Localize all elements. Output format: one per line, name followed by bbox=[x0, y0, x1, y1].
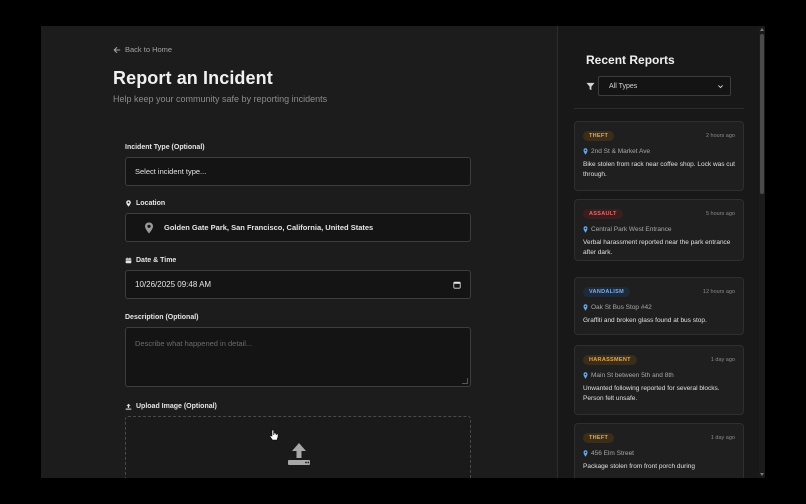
report-description: Unwanted following reported for several … bbox=[583, 385, 720, 402]
page-title: Report an Incident bbox=[113, 68, 273, 88]
incident-type-label-text: Incident Type (Optional) bbox=[125, 144, 205, 151]
report-description: Graffiti and broken glass found at bus s… bbox=[583, 317, 707, 324]
report-description: Package stolen from front porch during bbox=[583, 463, 696, 470]
report-description: Verbal harassment reported near the park… bbox=[583, 239, 731, 256]
report-type-filter[interactable]: All Types bbox=[598, 76, 731, 96]
report-type-badge: THEFT bbox=[583, 131, 615, 141]
description-textarea[interactable]: Describe what happened in detail... bbox=[125, 327, 471, 387]
image-upload-dropzone[interactable] bbox=[125, 416, 471, 478]
report-card[interactable]: ASSAULT 5 hours ago Central Park West Entr… bbox=[574, 199, 744, 261]
scroll-down-arrow[interactable] bbox=[760, 473, 764, 476]
map-pin-icon bbox=[126, 200, 131, 207]
arrow-left-icon bbox=[113, 46, 121, 53]
upload-cloud-icon bbox=[288, 443, 310, 465]
report-location-text: 2nd St & Market Ave bbox=[591, 148, 651, 155]
back-to-home-link[interactable]: Back to Home bbox=[113, 45, 172, 54]
report-time: 2 hours ago bbox=[705, 133, 735, 139]
description-label: Description (Optional) bbox=[125, 314, 199, 321]
report-time: 1 day ago bbox=[710, 357, 735, 363]
upload-icon bbox=[125, 403, 132, 410]
report-location: Main St between 5th and 8th bbox=[583, 372, 735, 379]
map-pin-icon bbox=[583, 450, 588, 457]
description-label-text: Description (Optional) bbox=[125, 314, 199, 321]
report-card-header: THEFT 1 day ago bbox=[583, 432, 735, 444]
map-pin-icon bbox=[583, 372, 588, 379]
report-location-text: Main St between 5th and 8th bbox=[591, 372, 674, 379]
report-location-text: Central Park West Entrance bbox=[591, 226, 672, 233]
sidebar-scrollbar[interactable] bbox=[759, 26, 765, 478]
filter-icon bbox=[586, 82, 595, 91]
filter-selected-value: All Types bbox=[609, 82, 638, 90]
report-time: 5 hours ago bbox=[705, 211, 735, 217]
location-label: Location bbox=[125, 200, 165, 207]
report-time: 12 hours ago bbox=[702, 289, 735, 295]
report-form-panel: Back to Home Report an Incident Help kee… bbox=[41, 26, 557, 478]
map-pin-icon bbox=[583, 226, 588, 233]
report-card-header: VANDALISM 12 hours ago bbox=[583, 286, 735, 298]
page-subtitle: Help keep your community safe by reporti… bbox=[113, 94, 328, 104]
report-type-badge: VANDALISM bbox=[583, 287, 630, 297]
back-label: Back to Home bbox=[125, 45, 173, 54]
report-location: Central Park West Entrance bbox=[583, 226, 735, 233]
report-card-header: HARASSMENT 1 day ago bbox=[583, 354, 735, 366]
scrollbar-thumb[interactable] bbox=[760, 34, 764, 194]
datetime-input[interactable]: 10/26/2025 09:48 AM bbox=[125, 270, 471, 299]
report-location-text: Oak St Bus Stop #42 bbox=[591, 304, 652, 311]
report-type-badge: THEFT bbox=[583, 433, 615, 443]
report-location: 2nd St & Market Ave bbox=[583, 148, 735, 155]
report-card[interactable]: HARASSMENT 1 day ago Main St between 5th a… bbox=[574, 345, 744, 415]
calendar-icon bbox=[125, 257, 132, 264]
resize-handle[interactable] bbox=[462, 378, 468, 384]
location-label-text: Location bbox=[136, 200, 166, 207]
calendar-picker-icon[interactable] bbox=[453, 281, 461, 289]
location-value: Golden Gate Park, San Francisco, Califor… bbox=[164, 223, 374, 232]
report-location: 456 Elm Street bbox=[583, 450, 735, 457]
app-window: Back to Home Report an Incident Help kee… bbox=[41, 26, 765, 478]
map-pin-icon bbox=[583, 148, 588, 155]
report-card-header: THEFT 2 hours ago bbox=[583, 130, 735, 142]
map-pin-icon bbox=[145, 222, 153, 233]
report-type-badge: ASSAULT bbox=[583, 209, 623, 219]
upload-label: Upload Image (Optional) bbox=[125, 403, 217, 410]
report-location-text: 456 Elm Street bbox=[591, 450, 634, 457]
datetime-label: Date & Time bbox=[125, 257, 176, 264]
scroll-up-arrow[interactable] bbox=[760, 28, 764, 31]
report-description: Bike stolen from rack near coffee shop. … bbox=[583, 161, 735, 178]
incident-type-label: Incident Type (Optional) bbox=[125, 144, 205, 151]
report-card-header: ASSAULT 5 hours ago bbox=[583, 208, 735, 220]
datetime-value: 10/26/2025 09:48 AM bbox=[135, 280, 212, 289]
divider bbox=[574, 108, 744, 109]
map-pin-icon bbox=[583, 304, 588, 311]
datetime-label-text: Date & Time bbox=[136, 257, 177, 264]
recent-reports-sidebar: Recent Reports All Types THEFT 2 hours ag… bbox=[557, 26, 765, 478]
description-placeholder: Describe what happened in detail... bbox=[135, 339, 253, 348]
incident-type-placeholder: Select incident type... bbox=[135, 167, 207, 176]
report-card[interactable]: THEFT 2 hours ago 2nd St & Market Ave Bike … bbox=[574, 121, 744, 191]
report-location: Oak St Bus Stop #42 bbox=[583, 304, 735, 311]
report-card[interactable]: VANDALISM 12 hours ago Oak St Bus Stop #42… bbox=[574, 277, 744, 335]
report-type-badge: HARASSMENT bbox=[583, 355, 637, 365]
chevron-down-icon bbox=[718, 84, 723, 88]
report-time: 1 day ago bbox=[710, 435, 735, 441]
incident-type-select[interactable]: Select incident type... bbox=[125, 157, 471, 186]
sidebar-title: Recent Reports bbox=[586, 53, 675, 67]
upload-label-text: Upload Image (Optional) bbox=[136, 403, 217, 410]
mouse-cursor-icon bbox=[269, 429, 279, 441]
report-card[interactable]: THEFT 1 day ago 456 Elm Street Package stol… bbox=[574, 423, 744, 478]
location-input[interactable]: Golden Gate Park, San Francisco, Califor… bbox=[125, 213, 471, 242]
